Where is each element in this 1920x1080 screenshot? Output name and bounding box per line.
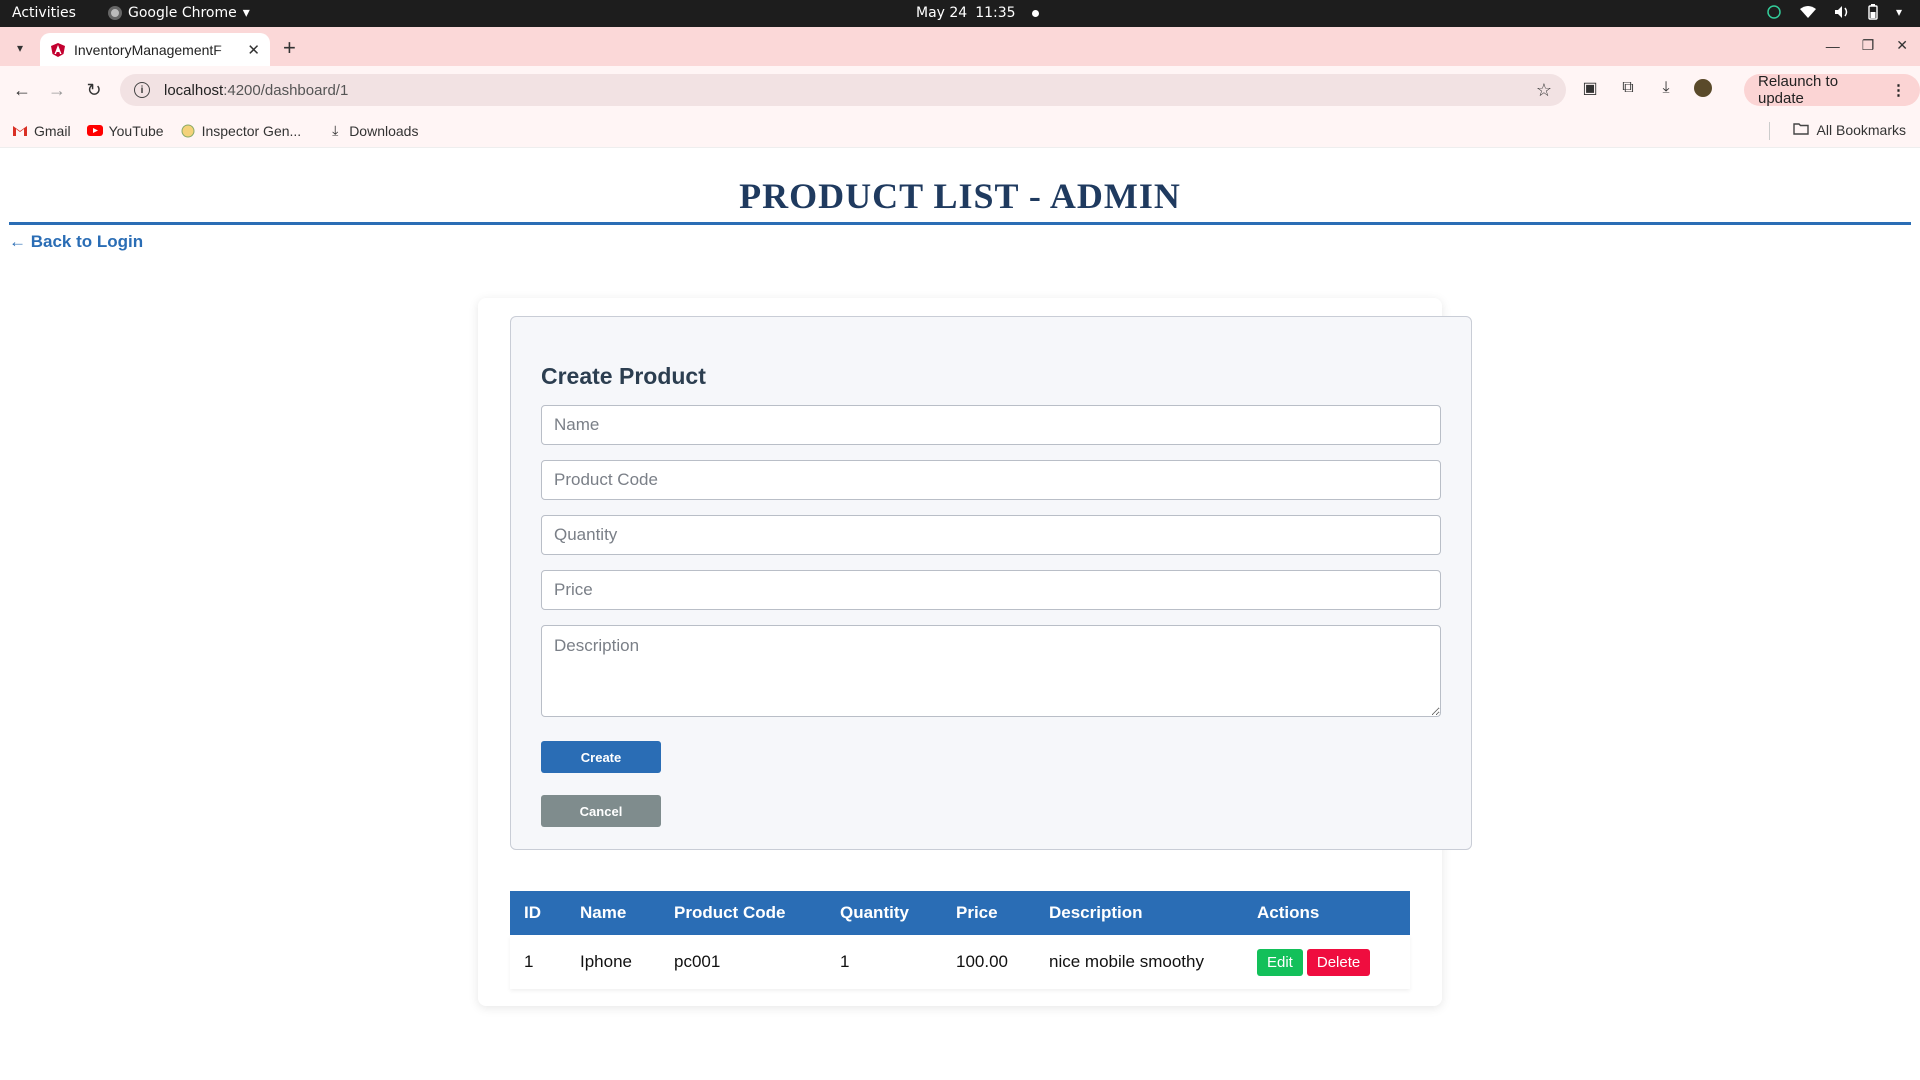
angular-icon xyxy=(51,42,65,57)
app-menu[interactable]: Google Chrome ▾ xyxy=(108,5,250,21)
bookmark-label: Gmail xyxy=(34,122,71,139)
minimize-icon[interactable]: — xyxy=(1826,38,1840,54)
back-to-login-link[interactable]: ← Back to Login xyxy=(9,232,143,252)
clock[interactable]: May 24 11:35 xyxy=(916,5,1039,21)
column-header: ID xyxy=(524,903,541,922)
puzzle-icon[interactable]: ⧉ xyxy=(1618,78,1638,98)
tab-search-button[interactable]: ▾ xyxy=(8,36,32,60)
edit-button[interactable]: Edit xyxy=(1257,948,1303,976)
notification-dot-icon xyxy=(1031,9,1039,17)
create-button[interactable]: Create xyxy=(541,741,661,773)
bookmark-label: Downloads xyxy=(349,122,419,139)
close-window-icon[interactable]: ✕ xyxy=(1896,37,1908,54)
url-host: localhost xyxy=(164,81,224,99)
more-menu-icon: ⋮ xyxy=(1891,82,1906,99)
relaunch-button[interactable]: Relaunch to update ⋮ xyxy=(1744,73,1920,107)
cell-description: nice mobile smoothy xyxy=(1035,935,1243,989)
restore-icon[interactable]: ❐ xyxy=(1862,37,1875,54)
cell-actions: Edit Delete xyxy=(1243,935,1410,989)
chevron-down-icon: ▾ xyxy=(242,5,250,21)
cell-code: pc001 xyxy=(660,935,826,989)
product-code-input[interactable] xyxy=(541,460,1441,500)
bookmarks-divider xyxy=(1769,122,1770,140)
product-table: ID Name Product Code Quantity Price Desc… xyxy=(510,891,1410,989)
battery-icon xyxy=(1868,4,1878,20)
bookmark-gmail[interactable]: Gmail xyxy=(12,123,71,139)
relaunch-label: Relaunch to update xyxy=(1758,73,1839,107)
cancel-button[interactable]: Cancel xyxy=(541,795,661,827)
delete-button[interactable]: Delete xyxy=(1306,948,1371,976)
table-row: 1 Iphone pc001 1 100.00 nice mobile smoo… xyxy=(510,935,1410,989)
all-bookmarks-label: All Bookmarks xyxy=(1816,122,1906,138)
chevron-down-icon: ▾ xyxy=(16,41,24,55)
cell-price: 100.00 xyxy=(942,935,1035,989)
title-divider xyxy=(9,222,1911,225)
inspector-icon xyxy=(180,123,196,139)
folder-icon xyxy=(1792,122,1809,138)
bookmark-inspector[interactable]: Inspector Gen... xyxy=(180,122,302,139)
bookmark-downloads[interactable]: ⤓ Downloads xyxy=(327,122,419,139)
window-controls: — ❐ ✕ xyxy=(1826,37,1908,54)
os-top-bar: Activities Google Chrome ▾ May 24 11:35 … xyxy=(0,0,1920,27)
column-header: Price xyxy=(956,903,998,922)
table-header-row: ID Name Product Code Quantity Price Desc… xyxy=(510,891,1410,935)
all-bookmarks-button[interactable]: All Bookmarks xyxy=(1792,122,1906,138)
volume-icon xyxy=(1834,6,1848,18)
cell-quantity: 1 xyxy=(826,935,942,989)
quantity-input[interactable] xyxy=(541,515,1441,555)
activities-button[interactable]: Activities xyxy=(12,5,76,21)
chrome-icon xyxy=(108,6,122,20)
tab-strip: ▾ InventoryManagementF ✕ + — ❐ ✕ xyxy=(0,27,1920,66)
download-icon: ⤓ xyxy=(332,122,339,138)
column-header: Quantity xyxy=(840,903,909,922)
tab-inventory[interactable]: InventoryManagementF ✕ xyxy=(40,33,270,66)
new-tab-button[interactable]: + xyxy=(283,35,296,61)
bookmark-star-icon[interactable]: ☆ xyxy=(1536,80,1552,101)
extension-icon[interactable]: ▣ xyxy=(1580,78,1600,98)
bookmarks-bar: Gmail YouTube Inspector Gen... ⤓ Downloa… xyxy=(0,114,1920,148)
reload-icon[interactable]: ↻ xyxy=(82,78,106,102)
url-path: :4200/dashboard/1 xyxy=(223,81,349,99)
close-icon[interactable]: ✕ xyxy=(247,41,260,59)
app-name: Google Chrome xyxy=(128,5,237,21)
column-header: Description xyxy=(1049,903,1143,922)
price-input[interactable] xyxy=(541,570,1441,610)
create-product-form: Create Product Create Cancel xyxy=(510,316,1472,850)
form-heading: Create Product xyxy=(541,363,706,389)
page-title: PRODUCT LIST - ADMIN xyxy=(739,176,1181,216)
tab-title: InventoryManagementF xyxy=(74,41,222,58)
cell-name: Iphone xyxy=(566,935,660,989)
download-icon[interactable]: ⤓ xyxy=(1656,78,1676,98)
back-arrow-icon[interactable]: ← xyxy=(10,78,34,102)
forward-arrow-icon[interactable]: → xyxy=(45,78,69,102)
browser-toolbar: ← → ↻ i localhost:4200/dashboard/1 ☆ ▣ ⧉… xyxy=(0,66,1920,114)
bookmark-youtube[interactable]: YouTube xyxy=(86,122,164,139)
youtube-icon xyxy=(86,123,103,139)
accessibility-icon xyxy=(1767,5,1781,19)
column-header: Name xyxy=(580,903,627,922)
column-header: Actions xyxy=(1257,903,1320,922)
system-tray[interactable]: ▾ xyxy=(1766,4,1902,20)
bookmark-label: Inspector Gen... xyxy=(201,122,302,139)
site-info-icon[interactable]: i xyxy=(134,82,150,98)
clock-date: May 24 xyxy=(916,5,968,21)
address-bar[interactable]: i localhost:4200/dashboard/1 ☆ xyxy=(120,74,1566,106)
power-menu-icon: ▾ xyxy=(1895,5,1902,19)
wifi-icon xyxy=(1799,6,1816,18)
column-header: Product Code xyxy=(674,903,786,922)
clock-time: 11:35 xyxy=(975,5,1016,21)
cell-id: 1 xyxy=(510,935,566,989)
toolbar-icons: ▣ ⧉ ⤓ xyxy=(1580,78,1712,98)
avatar[interactable] xyxy=(1694,79,1712,97)
description-input[interactable] xyxy=(541,625,1441,717)
name-input[interactable] xyxy=(541,405,1441,445)
gmail-icon xyxy=(12,123,28,139)
bookmark-label: YouTube xyxy=(108,122,164,139)
